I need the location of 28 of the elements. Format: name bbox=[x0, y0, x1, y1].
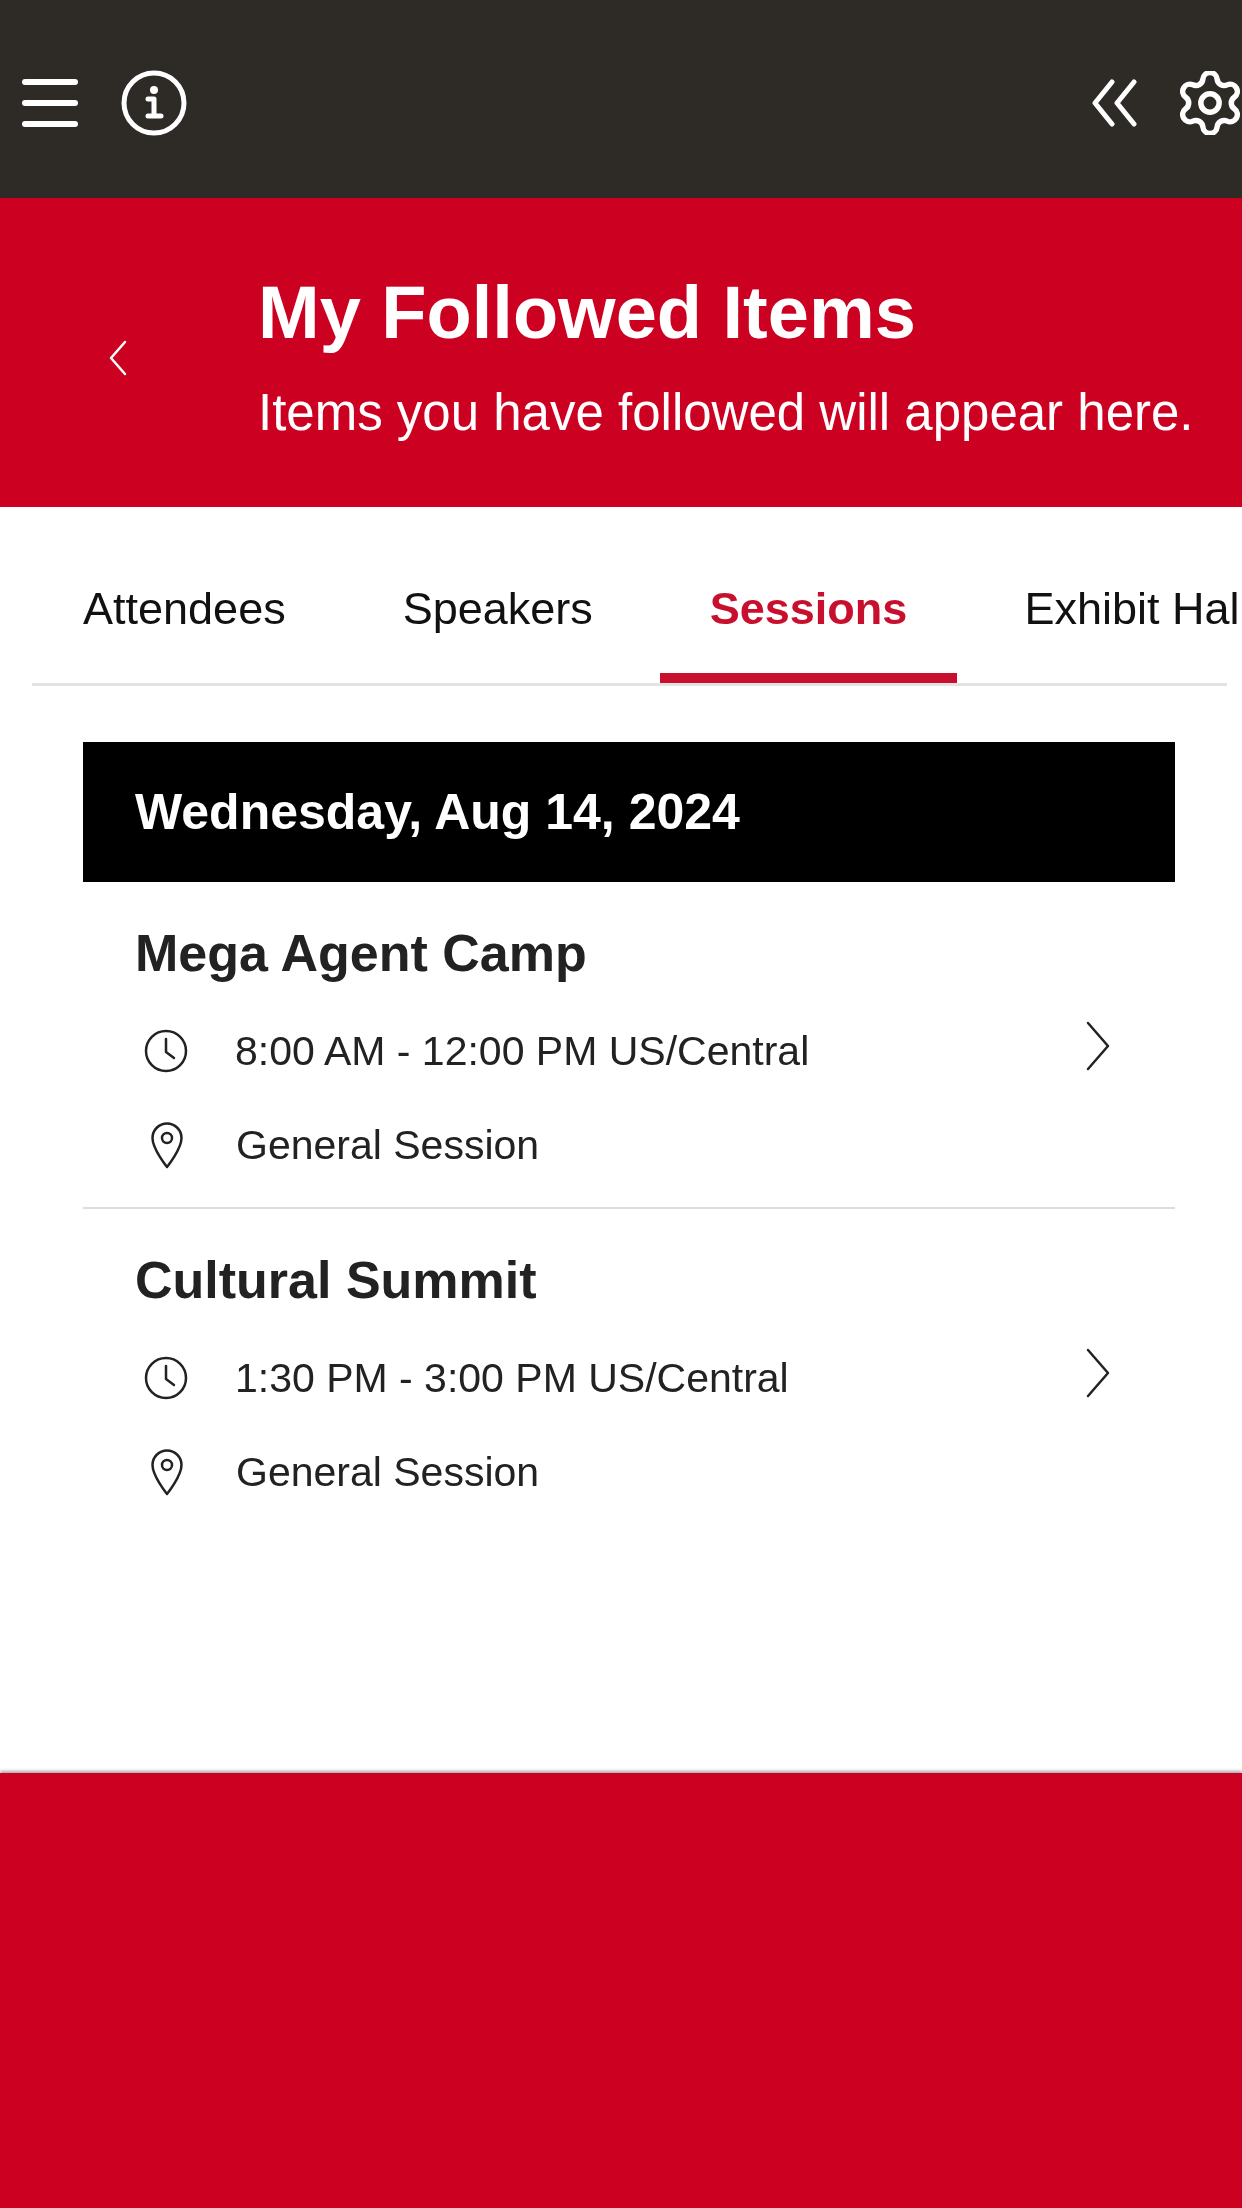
page-subtitle: Items you have followed will appear here. bbox=[258, 382, 1194, 443]
chevron-right-icon bbox=[1085, 1348, 1111, 1398]
tab[interactable]: Speakers bbox=[352, 543, 643, 683]
location-pin-icon bbox=[150, 1448, 184, 1496]
session-location: General Session bbox=[236, 1121, 540, 1170]
location-pin-icon bbox=[150, 1121, 184, 1169]
collapse-button[interactable] bbox=[1090, 79, 1138, 127]
session-time: 8:00 AM - 12:00 PM US/Central bbox=[235, 1027, 810, 1076]
info-icon bbox=[121, 70, 187, 136]
tab[interactable]: Exhibit Hal bbox=[974, 543, 1240, 683]
clock-icon bbox=[144, 1029, 188, 1073]
session-title: Mega Agent Camp bbox=[135, 923, 588, 984]
page-title: My Followed Items bbox=[258, 272, 917, 353]
settings-icon bbox=[1178, 71, 1242, 135]
chevron-left-icon bbox=[109, 339, 127, 376]
session-title: Cultural Summit bbox=[135, 1250, 538, 1311]
session-location: General Session bbox=[236, 1448, 540, 1497]
clock-icon bbox=[144, 1356, 188, 1400]
double-chevron-left-icon bbox=[1090, 79, 1138, 127]
session-time: 1:30 PM - 3:00 PM US/Central bbox=[235, 1354, 789, 1403]
tab[interactable]: Attendees bbox=[33, 543, 336, 683]
chevron-right-icon bbox=[1085, 1021, 1111, 1071]
date-header: Wednesday, Aug 14, 2024 bbox=[83, 742, 1175, 882]
menu-icon bbox=[22, 78, 78, 128]
info-button[interactable] bbox=[121, 70, 187, 136]
back-button[interactable] bbox=[109, 339, 127, 376]
menu-button[interactable] bbox=[22, 78, 78, 128]
settings-button[interactable] bbox=[1178, 71, 1242, 135]
